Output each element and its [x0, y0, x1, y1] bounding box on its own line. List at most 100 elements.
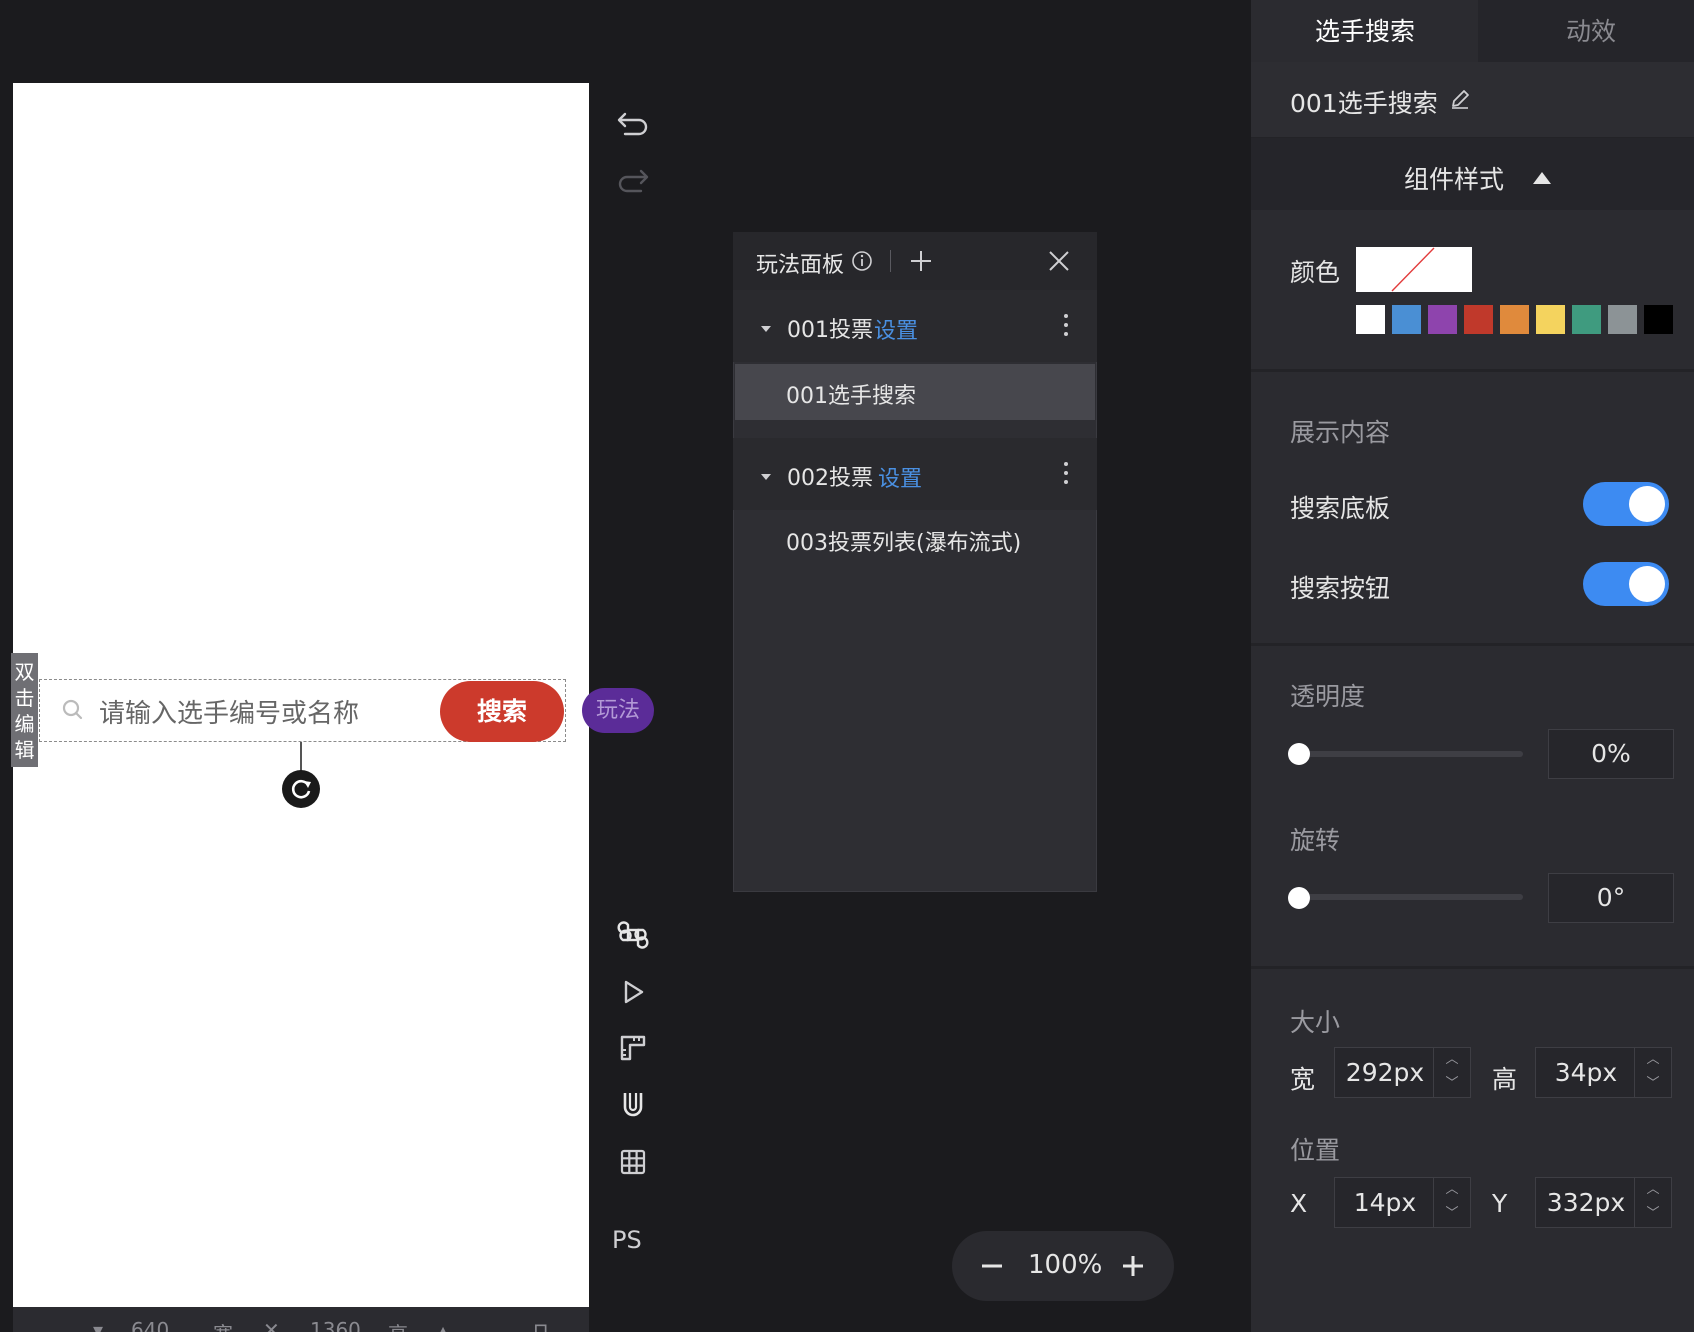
x-input[interactable]: 14px — [1335, 1178, 1435, 1227]
search-icon — [60, 697, 86, 723]
play-item-label[interactable]: 003投票列表(瀑布流式) — [786, 525, 1021, 557]
search-button-label: 搜索按钮 — [1290, 574, 1391, 603]
canvas-width-label: 宽 — [213, 1318, 233, 1332]
color-swatch[interactable] — [1428, 305, 1457, 334]
width-stepper[interactable]: 292px ︿ ﹀ — [1334, 1047, 1471, 1098]
collapse-caret-icon[interactable] — [761, 326, 771, 332]
canvas-size-bar: ▾ 640 宽 ✕ 1360 高 ▴ ⊓ — [13, 1307, 589, 1332]
play-icon[interactable] — [614, 973, 652, 1011]
section-divider — [1251, 643, 1694, 646]
group-settings-link[interactable]: 设置 — [878, 461, 922, 493]
y-stepper-arrows[interactable]: ︿ ﹀ — [1634, 1178, 1671, 1227]
x-stepper[interactable]: 14px ︿ ﹀ — [1334, 1177, 1471, 1228]
link-icon[interactable]: ✕ — [263, 1318, 280, 1332]
opacity-label: 透明度 — [1290, 682, 1366, 711]
height-stepper-arrows[interactable]: ︿ ﹀ — [1634, 1048, 1671, 1097]
dropdown-caret-icon[interactable]: ▾ — [93, 1318, 103, 1332]
chevron-down-icon[interactable]: ﹀ — [1434, 1072, 1470, 1096]
canvas-height-label: 高 — [388, 1318, 408, 1332]
magnet-icon[interactable] — [614, 1086, 652, 1124]
component-style-label: 组件样式 — [1404, 165, 1505, 194]
chevron-down-icon[interactable]: ﹀ — [1434, 1202, 1470, 1226]
section-divider — [1251, 966, 1694, 969]
color-swatch[interactable] — [1536, 305, 1565, 334]
chevron-up-icon[interactable]: ︿ — [1434, 1178, 1470, 1202]
more-icon[interactable] — [1063, 314, 1069, 340]
height-input[interactable]: 34px — [1536, 1048, 1636, 1097]
rotation-input[interactable]: 0° — [1548, 873, 1674, 923]
chevron-up-icon[interactable]: ︿ — [1434, 1048, 1470, 1072]
height-label: 高 — [1492, 1065, 1518, 1094]
y-input[interactable]: 332px — [1536, 1178, 1636, 1227]
zoom-out-icon[interactable] — [979, 1253, 1005, 1283]
play-tag[interactable]: 玩法 — [582, 688, 654, 733]
height-stepper[interactable]: 34px ︿ ﹀ — [1535, 1047, 1672, 1098]
double-click-edit-tag[interactable]: 双击编辑 — [11, 653, 38, 767]
x-label: X — [1290, 1189, 1308, 1218]
color-label: 颜色 — [1290, 258, 1341, 287]
more-icon[interactable] — [1063, 462, 1069, 488]
rotation-slider[interactable] — [1298, 894, 1523, 900]
chevron-up-icon[interactable]: ︿ — [1635, 1048, 1671, 1072]
close-icon[interactable] — [1048, 250, 1070, 276]
search-placeholder: 请输入选手编号或名称 — [99, 699, 360, 729]
canvas-height-value[interactable]: 1360 — [310, 1318, 361, 1332]
search-base-toggle[interactable] — [1583, 482, 1669, 526]
width-stepper-arrows[interactable]: ︿ ﹀ — [1433, 1048, 1470, 1097]
ruler-icon[interactable] — [614, 1029, 652, 1067]
chevron-down-icon[interactable]: ﹀ — [1635, 1072, 1671, 1096]
color-swatch[interactable] — [1464, 305, 1493, 334]
play-panel-title: 玩法面板 — [756, 253, 845, 278]
color-swatch[interactable] — [1644, 305, 1673, 334]
play-item-label: 001选手搜索 — [786, 384, 916, 409]
group-settings-link[interactable]: 设置 — [874, 313, 918, 345]
ps-button[interactable]: PS — [612, 1226, 642, 1254]
position-label: 位置 — [1290, 1136, 1341, 1165]
search-base-label: 搜索底板 — [1290, 494, 1391, 523]
tab-animation-label[interactable]: 动效 — [1566, 12, 1616, 48]
collapse-up-icon[interactable] — [1533, 172, 1551, 184]
chevron-up-icon[interactable]: ︿ — [1635, 1178, 1671, 1202]
search-button-toggle[interactable] — [1583, 562, 1669, 606]
color-swatch[interactable] — [1392, 305, 1421, 334]
color-swatch[interactable] — [1356, 305, 1385, 334]
lock-icon[interactable]: ⊓ — [533, 1318, 549, 1332]
zoom-in-icon[interactable] — [1120, 1253, 1146, 1283]
zoom-value: 100% — [1028, 1250, 1103, 1280]
width-label: 宽 — [1290, 1065, 1316, 1094]
tab-player-search-label[interactable]: 选手搜索 — [1315, 12, 1415, 48]
redo-icon[interactable] — [614, 161, 652, 199]
rotate-handle-line — [300, 742, 302, 772]
undo-icon[interactable] — [614, 104, 652, 142]
search-button[interactable]: 搜索 — [440, 681, 564, 742]
y-stepper[interactable]: 332px ︿ ﹀ — [1535, 1177, 1672, 1228]
opacity-slider[interactable] — [1298, 751, 1523, 757]
canvas-width-value[interactable]: 640 — [131, 1318, 169, 1332]
size-label: 大小 — [1290, 1008, 1341, 1037]
color-swatch[interactable] — [1608, 305, 1637, 334]
play-group-title: 002投票 — [787, 466, 873, 491]
color-swatch[interactable] — [1500, 305, 1529, 334]
chevron-down-icon[interactable]: ﹀ — [1635, 1202, 1671, 1226]
collapse-caret-icon[interactable] — [761, 474, 771, 480]
component-name: 001选手搜索 — [1290, 89, 1438, 118]
rotation-slider-handle[interactable] — [1288, 887, 1310, 909]
color-picker[interactable] — [1356, 247, 1472, 292]
play-group-title: 001投票 — [787, 318, 873, 343]
add-icon[interactable] — [909, 249, 933, 277]
opacity-slider-handle[interactable] — [1288, 743, 1310, 765]
opacity-input[interactable]: 0% — [1548, 729, 1674, 779]
x-stepper-arrows[interactable]: ︿ ﹀ — [1433, 1178, 1470, 1227]
info-icon[interactable] — [851, 250, 873, 276]
chevron-up-icon[interactable]: ▴ — [438, 1318, 448, 1332]
header-divider — [890, 250, 891, 272]
command-icon[interactable] — [614, 916, 652, 954]
rotate-icon[interactable] — [282, 770, 320, 808]
width-input[interactable]: 292px — [1335, 1048, 1435, 1097]
grid-icon[interactable] — [614, 1143, 652, 1181]
y-label: Y — [1492, 1189, 1508, 1218]
color-swatch[interactable] — [1572, 305, 1601, 334]
rotation-label: 旋转 — [1290, 826, 1341, 855]
no-color-icon — [1391, 247, 1435, 292]
edit-icon[interactable] — [1448, 87, 1472, 115]
